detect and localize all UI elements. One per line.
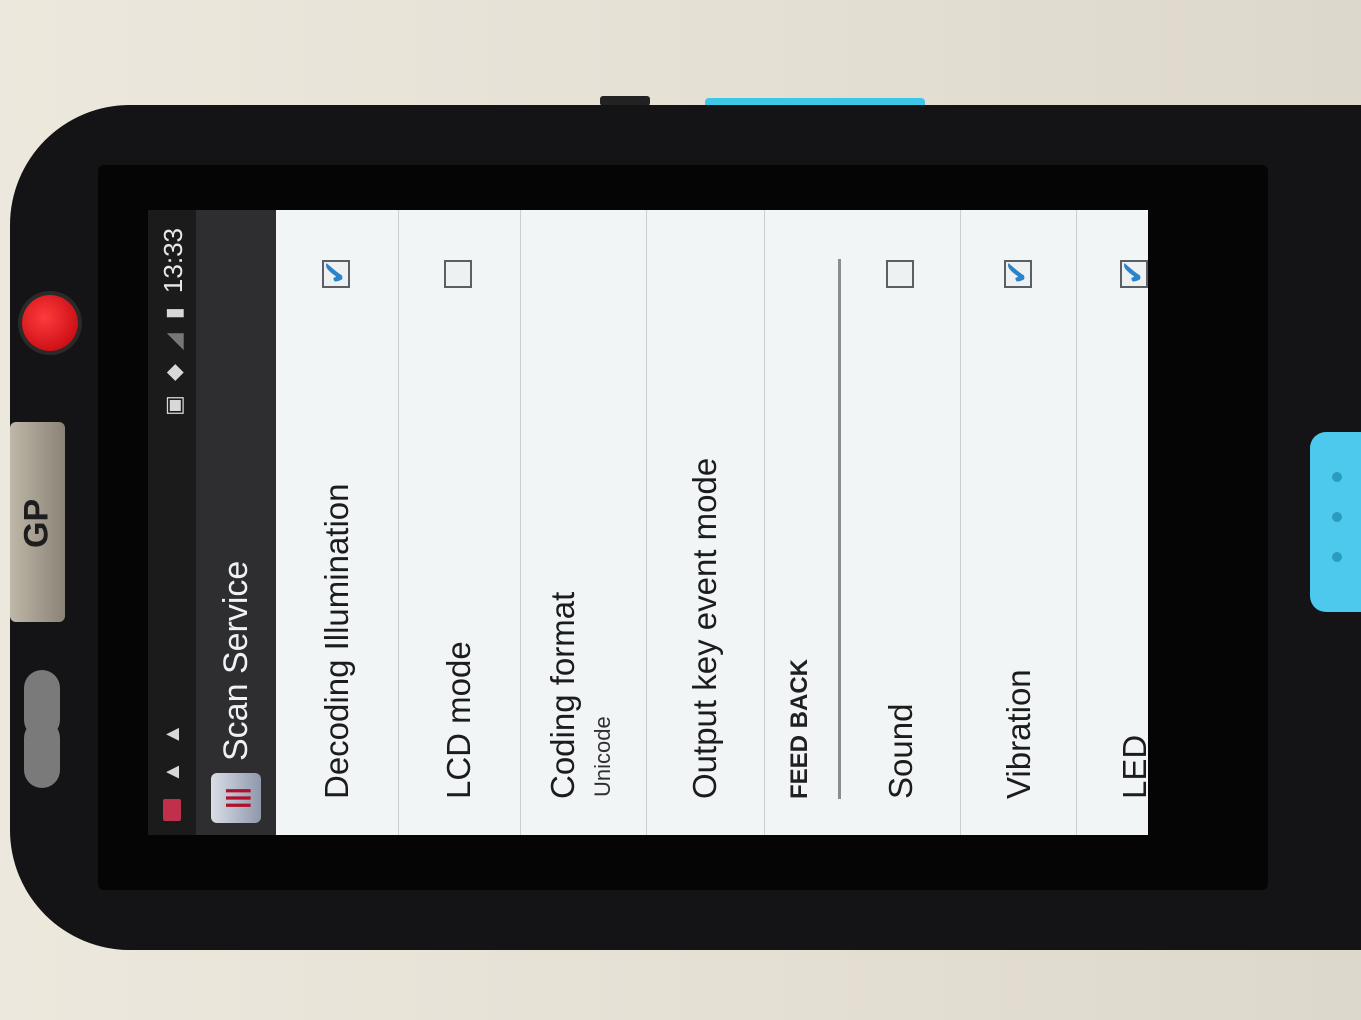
setting-lcd-mode[interactable]: LCD mode: [398, 210, 521, 835]
sound-checkbox[interactable]: [886, 260, 914, 288]
setting-value: Unicode: [590, 716, 615, 797]
brand-logo: GP: [17, 498, 56, 548]
device-screen: ▲ ▲ ▣ ◆ ◢ ▮ 13:33 ||| Scan Service Decod…: [148, 210, 1148, 835]
setting-sound[interactable]: Sound: [842, 210, 961, 835]
app-title: Scan Service: [216, 560, 255, 761]
scan-key-dot: [1332, 512, 1342, 522]
setting-label: Vibration: [1000, 669, 1037, 799]
setting-label: Decoding Illumination: [318, 483, 355, 799]
vibration-checkbox[interactable]: [1004, 260, 1032, 288]
wifi-icon: ◆: [160, 364, 186, 382]
setting-vibration[interactable]: Vibration: [960, 210, 1077, 835]
section-title: FEED BACK: [786, 658, 813, 799]
scan-key-dot: [1332, 552, 1342, 562]
scan-trigger-key[interactable]: [1310, 432, 1361, 612]
setting-coding-format[interactable]: Coding format Unicode: [520, 210, 647, 835]
lcd-mode-checkbox[interactable]: [444, 260, 472, 288]
decoding-illumination-checkbox[interactable]: [322, 260, 350, 288]
setting-label: LCD mode: [440, 641, 477, 799]
status-clock: 13:33: [158, 228, 188, 294]
signal-icon: ◢: [160, 333, 186, 351]
barcode-app-icon: [163, 799, 181, 821]
rotated-ui: ▲ ▲ ▣ ◆ ◢ ▮ 13:33 ||| Scan Service Decod…: [148, 210, 1148, 835]
setting-label: Output key event mode: [686, 457, 723, 799]
setting-label: LED: [1116, 734, 1148, 799]
setting-decoding-illumination[interactable]: Decoding Illumination: [276, 210, 399, 835]
section-header-feedback: FEED BACK: [786, 259, 841, 799]
scan-key-dot: [1332, 472, 1342, 482]
app-bar: ||| Scan Service: [196, 210, 276, 835]
barcode-app-icon[interactable]: |||: [211, 773, 261, 823]
setting-label: Sound: [882, 703, 919, 799]
setting-led[interactable]: LED: [1076, 210, 1148, 835]
power-button[interactable]: [22, 295, 78, 351]
sim-icon: ▣: [160, 395, 186, 416]
speaker-grille-2: [24, 720, 60, 788]
warning-icon: ▲: [159, 761, 184, 783]
warning-icon: ▲: [159, 723, 184, 746]
settings-list: Decoding Illumination LCD mode Coding fo…: [276, 210, 1148, 835]
led-checkbox[interactable]: [1120, 260, 1148, 288]
status-bar: ▲ ▲ ▣ ◆ ◢ ▮ 13:33: [148, 210, 196, 835]
battery-icon: ▮: [160, 307, 186, 320]
setting-label: Coding format: [544, 591, 581, 799]
setting-output-key-event-mode[interactable]: Output key event mode: [646, 210, 765, 835]
